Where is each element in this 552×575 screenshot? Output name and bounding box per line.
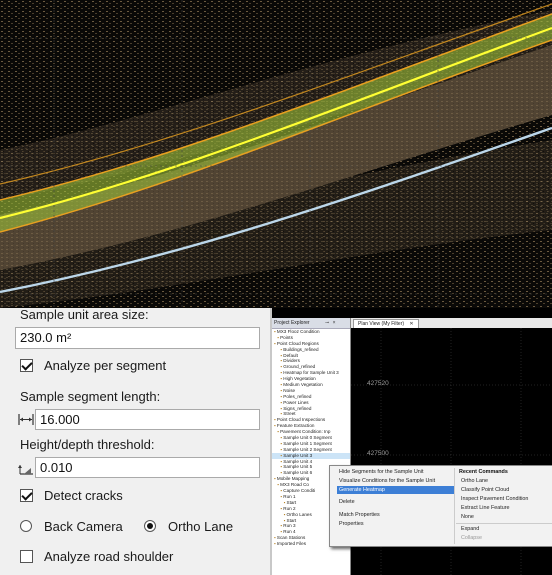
tree-item-label: Buildings_refined — [283, 346, 319, 352]
recent-item-extract-line-feature[interactable]: Extract Line Feature — [461, 505, 510, 511]
pin-icon[interactable]: ⊸ — [325, 318, 329, 328]
menu-divider — [454, 468, 455, 544]
height-threshold-label: Height/depth threshold: — [20, 437, 155, 452]
tree-item-label: Sample Unit 4 — [283, 458, 313, 464]
analysis-settings-panel: Sample unit area size: 230.0 m² Analyze … — [0, 308, 270, 575]
menu-item-collapse: Collapse — [461, 535, 482, 541]
tree-item-label: Medium Vegetation — [283, 382, 323, 388]
tree-item-label: Sample Unit 5 — [283, 464, 313, 470]
tab-close-icon[interactable]: ✕ — [409, 321, 413, 327]
point-cloud-view[interactable] — [0, 0, 552, 308]
tree-item-label: Signs_refined — [283, 405, 312, 411]
project-explorer-header: Project Explorer ⊸ × — [272, 318, 350, 329]
segment-length-icon — [18, 414, 34, 425]
tree-item-label: Run 1 — [283, 493, 296, 499]
menu-item-generate-heatmap[interactable]: Generate Heatmap — [337, 486, 454, 494]
close-icon[interactable]: × — [333, 318, 336, 328]
analyze-shoulder-checkbox[interactable] — [20, 550, 33, 563]
detect-cracks-label: Detect cracks — [44, 488, 123, 503]
tree-item-label: Capture Conditi — [283, 488, 316, 494]
tree-item-label: Heatmap for Sample Unit 3 — [283, 370, 339, 376]
tree-item-label: Dividers — [283, 358, 300, 364]
road-scene — [0, 0, 552, 308]
tree-item-label: Run 4 — [283, 529, 296, 535]
menu-item-delete[interactable]: Delete — [339, 499, 355, 505]
menu-item-hide-segments[interactable]: Hide Segments for the Sample Unit — [339, 469, 424, 475]
recent-commands-header: Recent Commands — [459, 469, 508, 475]
menu-item-expand[interactable]: Expand — [461, 526, 479, 532]
tree-item-label: Poles_refined — [283, 393, 312, 399]
tree-item-label: Start — [286, 499, 297, 505]
menu-separator — [456, 523, 552, 524]
segment-length-field[interactable]: 16.000 — [35, 409, 260, 430]
tree-item-label: High Vegetation — [283, 376, 316, 382]
context-menu: Hide Segments for the Sample Unit Visual… — [329, 465, 552, 547]
tree-item-label: MX3 Flooz Condition — [276, 329, 320, 334]
back-camera-radio[interactable] — [20, 520, 32, 532]
tree-item-label: Points — [280, 334, 293, 340]
area-size-field[interactable]: 230.0 m² — [15, 327, 260, 349]
tree-item-label: Pavement Condition: Inp — [280, 429, 331, 435]
segment-length-label: Sample segment length: — [20, 389, 161, 404]
menu-item-visualize-conditions[interactable]: Visualize Conditions for the Sample Unit — [339, 478, 435, 484]
detect-cracks-checkbox[interactable] — [20, 489, 33, 502]
project-explorer-title: Project Explorer — [274, 320, 310, 326]
tree-item-label: Default — [283, 352, 298, 358]
menu-item-match-properties[interactable]: Match Properties — [339, 512, 380, 518]
tree-item-label: Start — [286, 517, 297, 523]
tree-item-label: Ground_refined — [283, 364, 316, 370]
tree-item-label: Point Cloud Regions — [276, 340, 319, 346]
area-size-label: Sample unit area size: — [20, 308, 149, 322]
tree-item-label: Sample Unit 1 Segment — [283, 440, 332, 446]
tree-item-label: Sample Unit 2 Segment — [283, 446, 332, 452]
tree-item-label: MX3 Road Co — [280, 482, 309, 488]
tree-item-label: Run 3 — [283, 523, 296, 529]
tree-item-label: Power Lines — [283, 399, 309, 405]
back-camera-label: Back Camera — [44, 519, 123, 534]
analyze-per-segment-checkbox[interactable] — [20, 359, 33, 372]
recent-item-none[interactable]: None — [461, 514, 474, 520]
analyze-per-segment-label: Analyze per segment — [44, 358, 167, 373]
recent-item-ortho-lane[interactable]: Ortho Lane — [461, 478, 488, 484]
tree-item-label: Sample Unit 6 — [283, 470, 313, 476]
ortho-lane-label: Ortho Lane — [168, 519, 234, 534]
grid-coordinate-label: 427520 — [367, 380, 389, 387]
tree-item-label: Ortho Lanes — [286, 511, 312, 517]
height-threshold-field[interactable]: 0.010 — [35, 457, 260, 478]
tree-item-label: Sample Unit 0 Segment — [283, 435, 332, 441]
ortho-lane-radio[interactable] — [144, 520, 156, 532]
tree-item-label: Point Cloud Inspections — [276, 417, 326, 423]
tree-item-label: Scan Stations — [276, 535, 306, 541]
analyze-shoulder-label: Analyze road shoulder — [44, 549, 174, 564]
tree-item-label: Noise — [283, 387, 296, 393]
tree-item-label: Run 2 — [283, 505, 296, 511]
menu-item-properties[interactable]: Properties — [339, 521, 364, 527]
tree-item-label: Sample Unit 3 — [283, 452, 313, 458]
height-threshold-icon — [18, 465, 33, 475]
tree-item-label: Feature Extraction — [276, 423, 315, 429]
app-window: Project Explorer ⊸ × ▪ MX3 Flooz Conditi… — [272, 308, 552, 575]
tree-item-label: Imported Files — [276, 541, 307, 547]
tree-item-label: Street — [283, 411, 296, 417]
plan-view-tabbar: Plan View (My Filter) ✕ — [351, 318, 552, 329]
tab-plan-view-label: Plan View (My Filter) — [358, 321, 405, 327]
tree-item-label: Mobile Mapping — [276, 476, 310, 482]
recent-item-inspect-pavement[interactable]: Inspect Pavement Condition — [461, 496, 528, 502]
recent-item-classify-point-cloud[interactable]: Classify Point Cloud — [461, 487, 509, 493]
grid-coordinate-label: 427500 — [367, 450, 389, 457]
